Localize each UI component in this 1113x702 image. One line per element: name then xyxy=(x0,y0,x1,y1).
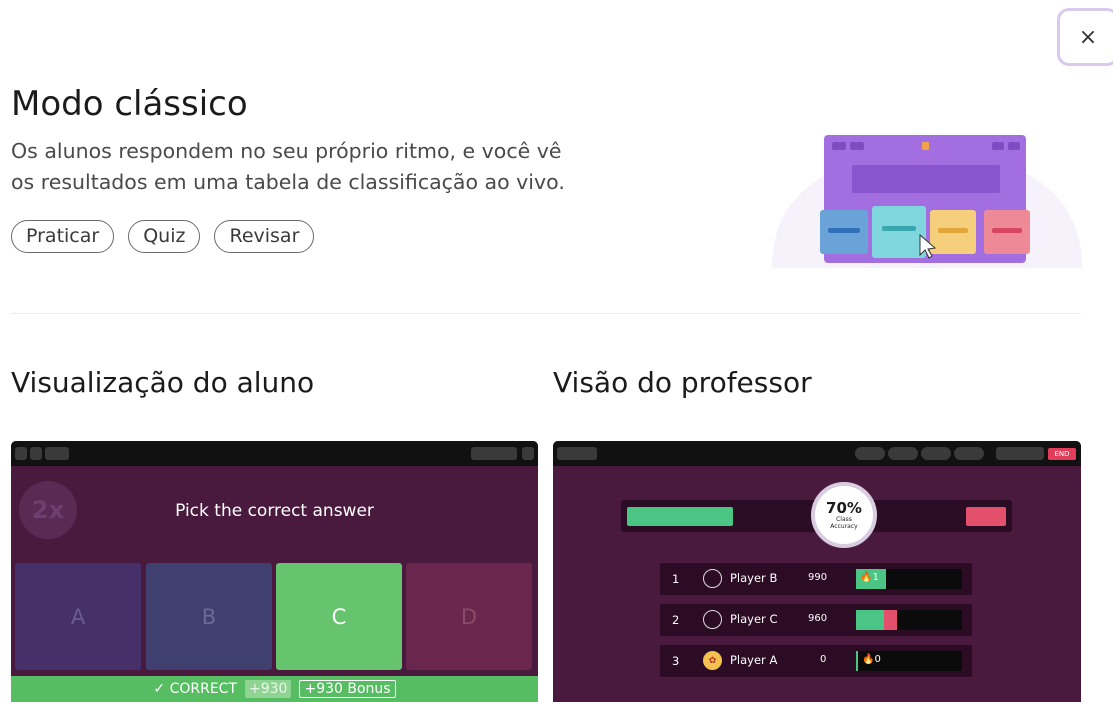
tag-revisar[interactable]: Revisar xyxy=(214,220,315,253)
avatar: ✿ xyxy=(703,651,722,670)
progress-correct-fill xyxy=(856,651,858,671)
tag-praticar[interactable]: Praticar xyxy=(11,220,115,253)
teacher-view-title: Visão do professor xyxy=(553,366,812,399)
description-line-1: Os alunos respondem no seu próprio ritmo… xyxy=(11,139,562,163)
correct-label: ✓ CORRECT xyxy=(153,681,238,697)
close-icon: × xyxy=(1078,24,1098,50)
leaderboard-row: 2 Player C 960 xyxy=(660,604,972,636)
player-progress-bar: 🔥1 xyxy=(856,569,962,589)
topbar-chip xyxy=(888,447,918,460)
player-rank: 3 xyxy=(672,654,680,668)
streak-indicator: 🔥1 xyxy=(860,572,879,583)
player-score: 960 xyxy=(808,613,828,624)
leaderboard-row: 3 ✿ Player A 0 🔥0 xyxy=(660,645,972,677)
student-topbar xyxy=(11,441,538,466)
mode-tags: Praticar Quiz Revisar xyxy=(11,220,315,253)
accuracy-label: Class Accuracy xyxy=(830,516,858,530)
leaderboard-row: 1 Player B 990 🔥1 xyxy=(660,563,972,595)
teacher-view-preview: END 70% Class Accuracy 1 Player B 990 🔥1… xyxy=(553,441,1081,702)
topbar-chip xyxy=(557,447,597,460)
section-divider xyxy=(11,313,1081,314)
answer-option-d[interactable]: D xyxy=(406,563,532,670)
accuracy-correct-fill xyxy=(627,507,733,526)
player-rank: 1 xyxy=(672,572,680,586)
topbar-chip xyxy=(921,447,951,460)
answer-option-b[interactable]: B xyxy=(146,563,272,670)
progress-wrong-fill xyxy=(884,610,897,630)
topbar-chip xyxy=(45,447,69,460)
topbar-chip xyxy=(954,447,984,460)
streak-indicator: 🔥0 xyxy=(862,654,881,665)
end-button[interactable]: END xyxy=(1048,448,1076,460)
correct-result-bar: ✓ CORRECT +930 +930 Bonus xyxy=(11,676,538,702)
accuracy-wrong-fill xyxy=(966,507,1006,526)
player-name: Player B xyxy=(730,571,778,585)
player-rank: 2 xyxy=(672,613,680,627)
student-view-title: Visualização do aluno xyxy=(11,366,315,399)
description-line-2: os resultados em uma tabela de classific… xyxy=(11,170,565,194)
teacher-topbar: END xyxy=(553,441,1081,466)
topbar-chip xyxy=(471,447,517,460)
player-progress-bar xyxy=(856,610,962,630)
close-button[interactable]: × xyxy=(1057,8,1113,66)
progress-correct-fill xyxy=(856,610,884,630)
topbar-chip xyxy=(522,447,534,460)
points-chip: +930 xyxy=(245,680,292,698)
player-name: Player A xyxy=(730,653,778,667)
answer-option-c[interactable]: C xyxy=(276,563,402,670)
student-view-preview: 2x Pick the correct answer A B C D ✓ COR… xyxy=(11,441,538,702)
classic-mode-illustration xyxy=(772,135,1082,268)
player-score: 990 xyxy=(808,572,828,583)
player-score: 0 xyxy=(820,654,827,665)
topbar-chip xyxy=(30,447,42,460)
bonus-chip: +930 Bonus xyxy=(299,680,396,698)
tag-quiz[interactable]: Quiz xyxy=(128,220,201,253)
question-text: Pick the correct answer xyxy=(175,501,374,521)
avatar xyxy=(703,569,722,588)
class-accuracy-badge: 70% Class Accuracy xyxy=(811,482,877,548)
player-name: Player C xyxy=(730,612,778,626)
answer-option-a[interactable]: A xyxy=(15,563,141,670)
player-progress-bar: 🔥0 xyxy=(856,651,962,671)
topbar-chip xyxy=(855,447,885,460)
mode-title: Modo clássico xyxy=(11,84,248,124)
topbar-chip xyxy=(996,447,1044,460)
avatar xyxy=(703,610,722,629)
topbar-chip xyxy=(15,447,27,460)
accuracy-percent: 70% xyxy=(826,499,862,517)
mode-description: Os alunos respondem no seu próprio ritmo… xyxy=(11,136,631,198)
